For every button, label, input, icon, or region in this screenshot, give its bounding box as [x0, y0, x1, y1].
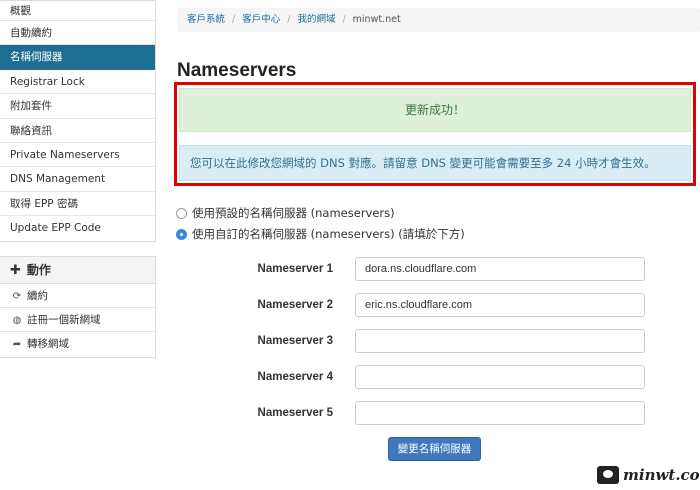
breadcrumb-separator: / — [342, 14, 346, 25]
change-nameservers-button[interactable]: 變更名稱伺服器 — [388, 437, 481, 461]
action-renew[interactable]: ⟳ 續約 — [0, 284, 155, 308]
radio-custom-nameservers[interactable]: 使用自訂的名稱伺服器 (nameservers) (請填於下方) — [176, 226, 465, 242]
action-register-domain[interactable]: ◍ 註冊一個新網域 — [0, 308, 155, 333]
nameserver-1-label: Nameserver 1 — [257, 263, 333, 275]
sidebar-item-overview[interactable]: 概觀 — [0, 1, 155, 21]
share-icon: ➦ — [12, 339, 22, 351]
radio-default-nameservers[interactable]: 使用預設的名稱伺服器 (nameservers) — [176, 205, 395, 221]
nameserver-1-field[interactable]: dora.ns.cloudflare.com — [355, 257, 645, 281]
radio-custom-label: 使用自訂的名稱伺服器 (nameservers) (請填於下方) — [192, 227, 465, 241]
domain-menu: 概觀 自動續約 名稱伺服器 Registrar Lock 附加套件 聯絡資訊 P… — [0, 0, 156, 242]
plus-icon: ✚ — [10, 262, 21, 278]
watermark-logo-icon — [597, 466, 619, 484]
breadcrumb-my-domains[interactable]: 我的網域 — [297, 14, 335, 25]
nameserver-5-field[interactable] — [355, 401, 645, 425]
actions-panel: ✚ 動作 ⟳ 續約 ◍ 註冊一個新網域 ➦ 轉移網域 — [0, 255, 156, 358]
sidebar-item-private-nameservers[interactable]: Private Nameservers — [0, 143, 155, 168]
breadcrumb-current: minwt.net — [352, 14, 401, 25]
action-register-label: 註冊一個新網域 — [27, 313, 101, 326]
breadcrumb-separator: / — [287, 14, 291, 25]
watermark-text: minwt.com — [623, 466, 700, 484]
breadcrumb-separator: / — [232, 14, 236, 25]
page-title: Nameservers — [177, 60, 297, 81]
breadcrumb-client-system[interactable]: 客戶系統 — [187, 14, 225, 25]
nameserver-3-label: Nameserver 3 — [257, 335, 333, 347]
action-renew-label: 續約 — [27, 289, 48, 302]
nameserver-3-field[interactable] — [355, 329, 645, 353]
sidebar-item-update-epp-code[interactable]: Update EPP Code — [0, 216, 155, 240]
info-alert: 您可以在此修改您網域的 DNS 對應。請留意 DNS 變更可能會需要至多 24 … — [179, 145, 691, 181]
nameserver-5-label: Nameserver 5 — [257, 407, 333, 419]
action-transfer-domain[interactable]: ➦ 轉移網域 — [0, 332, 155, 356]
globe-icon: ◍ — [12, 314, 22, 326]
nameserver-4-label: Nameserver 4 — [257, 371, 333, 383]
sidebar: 概觀 自動續約 名稱伺服器 Registrar Lock 附加套件 聯絡資訊 P… — [0, 0, 156, 358]
nameserver-2-label: Nameserver 2 — [257, 299, 333, 311]
highlight-box: 更新成功！ 您可以在此修改您網域的 DNS 對應。請留意 DNS 變更可能會需要… — [174, 82, 696, 186]
refresh-icon: ⟳ — [12, 290, 22, 302]
radio-default-label: 使用預設的名稱伺服器 (nameservers) — [192, 206, 395, 220]
sidebar-item-auto-renew[interactable]: 自動續約 — [0, 21, 155, 46]
breadcrumb: 客戶系統 / 客戶中心 / 我的網域 / minwt.net — [177, 8, 700, 32]
actions-title: 動作 — [26, 262, 51, 277]
radio-button-checked[interactable] — [176, 228, 187, 240]
sidebar-item-addons[interactable]: 附加套件 — [0, 94, 155, 119]
radio-button[interactable] — [176, 207, 187, 219]
action-transfer-label: 轉移網域 — [27, 338, 69, 351]
sidebar-item-registrar-lock[interactable]: Registrar Lock — [0, 70, 155, 95]
breadcrumb-client-area[interactable]: 客戶中心 — [242, 14, 280, 25]
watermark: minwt.com — [597, 466, 700, 484]
success-alert: 更新成功！ — [179, 88, 691, 132]
sidebar-item-contact-info[interactable]: 聯絡資訊 — [0, 119, 155, 143]
sidebar-item-nameservers[interactable]: 名稱伺服器 — [0, 45, 155, 70]
nameserver-4-field[interactable] — [355, 365, 645, 389]
nameserver-2-field[interactable]: eric.ns.cloudflare.com — [355, 293, 645, 317]
sidebar-item-get-epp-code[interactable]: 取得 EPP 密碼 — [0, 192, 155, 217]
actions-header: ✚ 動作 — [0, 256, 155, 284]
sidebar-item-dns-management[interactable]: DNS Management — [0, 167, 155, 192]
